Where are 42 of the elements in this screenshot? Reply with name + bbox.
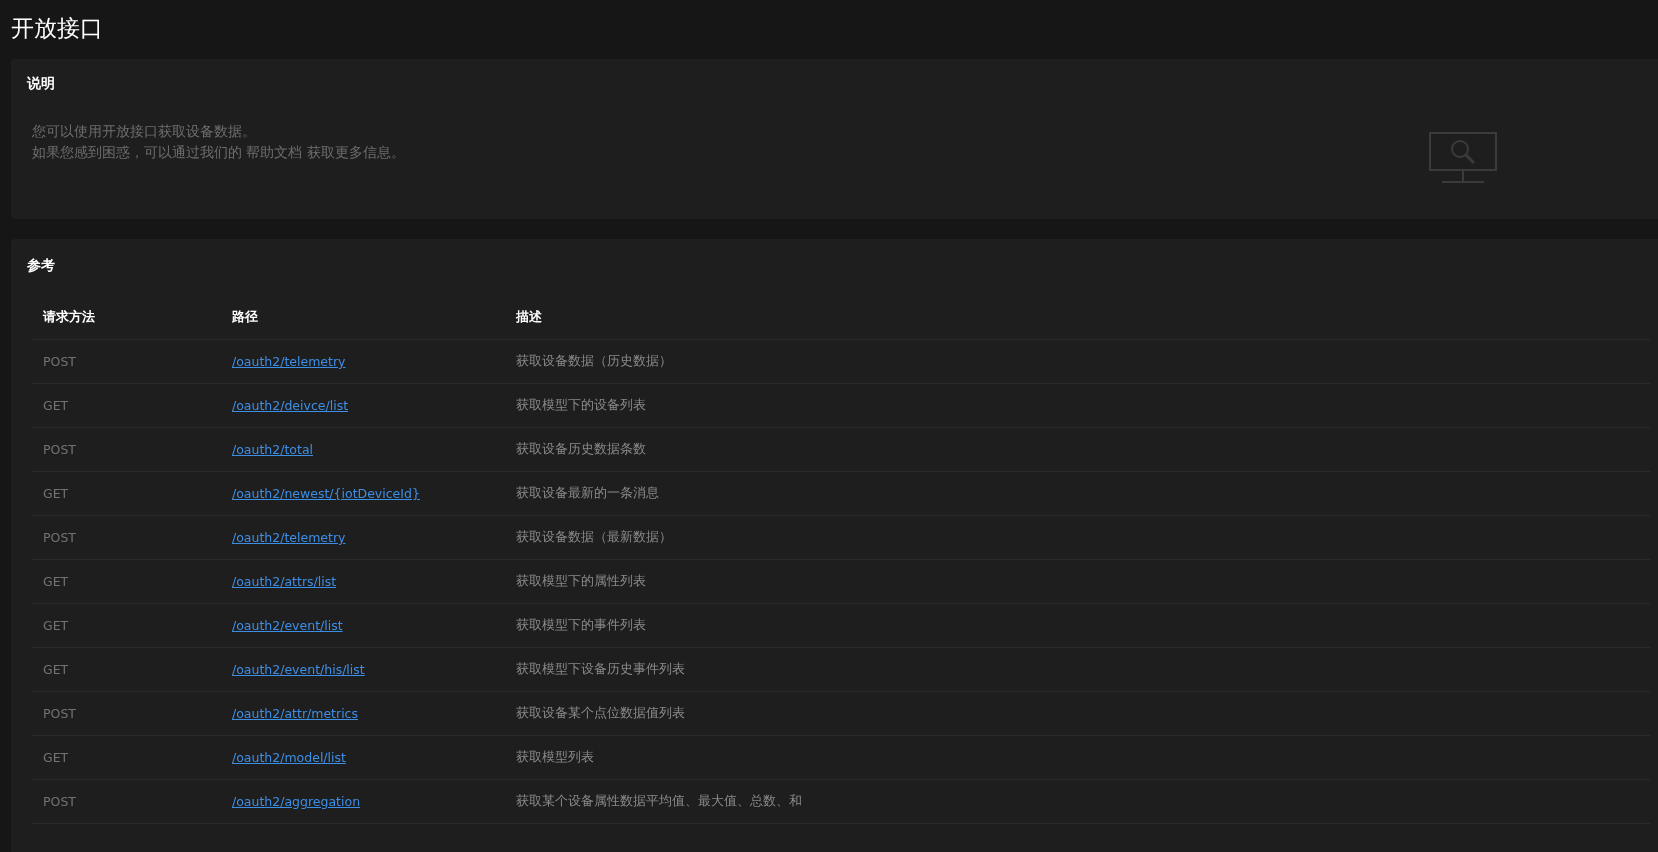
method-cell: GET <box>32 471 221 516</box>
column-header: 路径 <box>221 295 505 340</box>
description-cell: 获取某个设备属性数据平均值、最大值、总数、和 <box>505 779 1650 824</box>
description-cell: 获取模型下的设备列表 <box>505 383 1650 428</box>
description-cell: 获取模型列表 <box>505 735 1650 780</box>
path-link[interactable]: /oauth2/attr/metrics <box>232 706 358 721</box>
path-link[interactable]: /oauth2/total <box>232 442 313 457</box>
description-cell: 获取模型下的属性列表 <box>505 559 1650 604</box>
method-cell: GET <box>32 559 221 604</box>
path-link[interactable]: /oauth2/newest/{iotDeviceId} <box>232 486 420 501</box>
column-header: 请求方法 <box>32 295 221 340</box>
description-cell: 获取设备数据（历史数据） <box>505 339 1650 384</box>
path-link[interactable]: /oauth2/telemetry <box>232 530 346 545</box>
intro-text: 如果您感到困惑，可以通过我们的 帮助文档 获取更多信息。 <box>32 143 405 162</box>
description-cell: 获取设备某个点位数据值列表 <box>505 691 1650 736</box>
path-link[interactable]: /oauth2/deivce/list <box>232 398 349 413</box>
description-cell: 获取设备最新的一条消息 <box>505 471 1650 516</box>
path-link[interactable]: /oauth2/event/his/list <box>232 662 365 677</box>
method-cell: GET <box>32 735 221 780</box>
path-link[interactable]: /oauth2/model/list <box>232 750 346 765</box>
intro-text: 您可以使用开放接口获取设备数据。 <box>32 122 257 141</box>
column-header: 描述 <box>505 295 1650 340</box>
method-cell: GET <box>32 383 221 428</box>
method-cell: GET <box>32 603 221 648</box>
path-link[interactable]: /oauth2/telemetry <box>232 354 346 369</box>
method-cell: POST <box>32 339 221 384</box>
description-cell: 获取模型下的事件列表 <box>505 603 1650 648</box>
path-link[interactable]: /oauth2/aggregation <box>232 794 361 809</box>
method-cell: POST <box>32 427 221 472</box>
path-link[interactable]: /oauth2/event/list <box>232 618 343 633</box>
card-heading: 说明 <box>27 75 56 93</box>
card-heading: 参考 <box>27 257 55 275</box>
method-cell: GET <box>32 647 221 692</box>
description-cell: 获取设备数据（最新数据） <box>505 515 1650 560</box>
description-cell: 获取设备历史数据条数 <box>505 427 1650 472</box>
description-cell: 获取模型下设备历史事件列表 <box>505 647 1650 692</box>
monitor-search-icon <box>1429 132 1497 184</box>
method-cell: POST <box>32 515 221 560</box>
page-title: 开放接口 <box>11 14 103 43</box>
path-link[interactable]: /oauth2/attrs/list <box>232 574 337 589</box>
method-cell: POST <box>32 779 221 824</box>
method-cell: POST <box>32 691 221 736</box>
